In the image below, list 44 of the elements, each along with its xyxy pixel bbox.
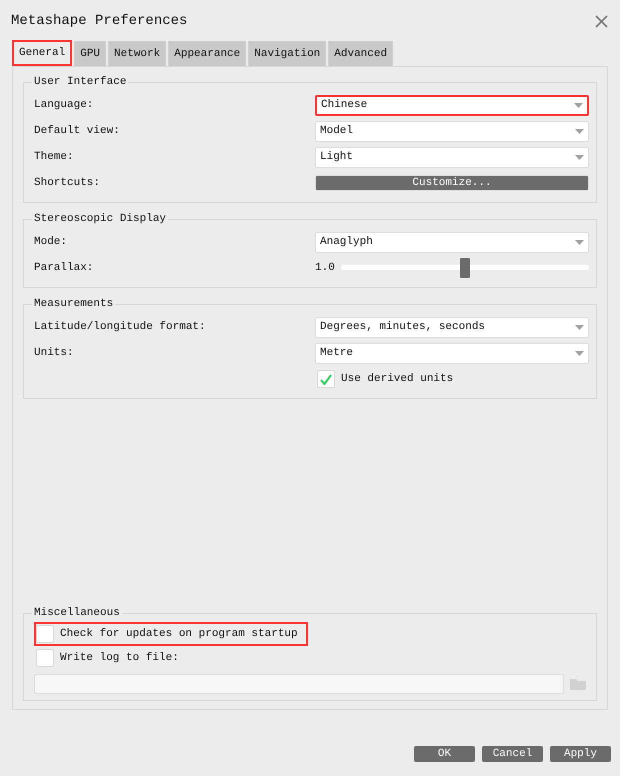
dropdown-arrow-icon <box>575 154 584 160</box>
dialog-button[interactable]: Apply <box>550 746 611 762</box>
dropdown[interactable]: Chinese <box>315 94 589 116</box>
customize-button[interactable]: Customize... <box>315 175 589 191</box>
tab[interactable]: Appearance <box>168 41 246 67</box>
dropdown[interactable]: Model <box>315 120 589 142</box>
field-label: Theme: <box>34 150 75 165</box>
dropdown[interactable]: Degrees, minutes, seconds <box>315 316 589 338</box>
tab[interactable]: Advanced <box>328 41 394 67</box>
checkbox[interactable] <box>36 625 54 643</box>
tab[interactable]: GPU <box>74 41 106 67</box>
slider-value: 1.0 <box>315 260 335 276</box>
dropdown[interactable]: Metre <box>315 342 589 364</box>
close-icon[interactable] <box>595 14 608 28</box>
field-label: Mode: <box>34 234 68 250</box>
field-label: Parallax: <box>34 260 94 276</box>
dropdown-arrow-icon <box>574 102 583 108</box>
dropdown-arrow-icon <box>575 240 584 244</box>
dialog-button[interactable]: OK <box>414 746 475 762</box>
slider-thumb[interactable] <box>460 258 470 278</box>
slider[interactable] <box>340 257 589 279</box>
checkmark-icon <box>320 374 332 384</box>
field-label: Default view: <box>34 124 121 139</box>
field-label: Latitude/longitude format: <box>34 320 207 335</box>
dropdown[interactable]: Light <box>315 146 589 168</box>
log-path-field[interactable] <box>34 674 564 694</box>
checkbox[interactable] <box>36 649 54 667</box>
tab[interactable]: Navigation <box>248 41 326 67</box>
window-title: Metashape Preferences <box>11 12 188 30</box>
checkbox-label: Check for updates on program startup <box>60 626 298 642</box>
dropdown-arrow-icon <box>575 350 584 356</box>
dropdown[interactable]: Anaglyph <box>315 232 589 252</box>
checkbox[interactable] <box>317 370 335 388</box>
tab[interactable]: General <box>12 40 72 66</box>
checkbox-label: Write log to file: <box>60 650 179 666</box>
field-label: Shortcuts: <box>34 176 102 191</box>
field-label: Units: <box>34 346 75 361</box>
folder-icon[interactable] <box>570 678 586 690</box>
field-label: Language: <box>34 98 94 113</box>
dropdown-arrow-icon <box>575 324 584 330</box>
checkbox-label: Use derived units <box>341 372 454 387</box>
dropdown-arrow-icon <box>575 128 584 134</box>
dialog-button[interactable]: Cancel <box>482 746 543 762</box>
tab[interactable]: Network <box>108 41 166 67</box>
